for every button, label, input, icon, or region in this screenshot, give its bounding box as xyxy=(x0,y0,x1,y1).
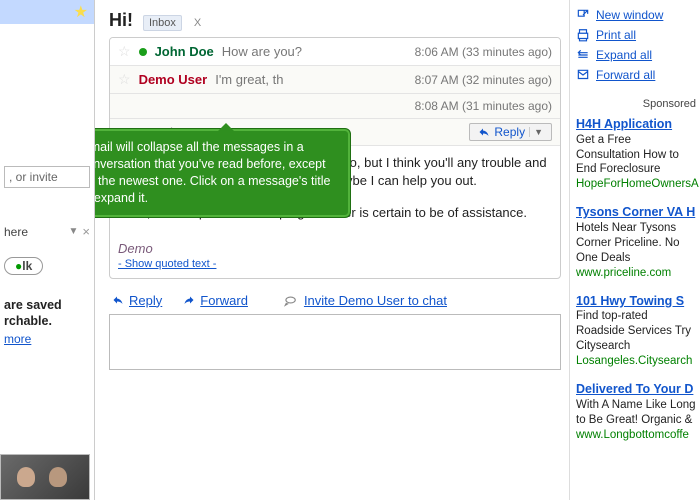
collapsed-message[interactable]: 8:08 AM (31 minutes ago) xyxy=(110,94,560,119)
forward-icon xyxy=(576,68,590,82)
chat-status-row[interactable]: here ▼ × xyxy=(4,224,90,239)
talk-badge[interactable]: ●lk xyxy=(4,257,43,275)
right-sidebar: New window Print all Expand all Forward … xyxy=(570,0,700,500)
chevron-down-icon[interactable]: ▼ xyxy=(529,127,543,137)
presence-dot-icon xyxy=(139,48,147,56)
reply-textarea[interactable] xyxy=(109,314,561,370)
left-sidebar: ★ here ▼ × ●lk are savedrchable. more xyxy=(0,0,95,500)
conversation-panel: Hi! Inbox X ☆ John Doe How are you? 8:06… xyxy=(95,0,570,500)
new-window-link[interactable]: New window xyxy=(596,8,663,22)
conversation-subject: Hi! xyxy=(109,10,133,31)
message-time: 8:07 AM (32 minutes ago) xyxy=(415,73,552,87)
close-icon[interactable]: × xyxy=(82,224,90,239)
message-actions: Reply Forward Invite Demo User to chat xyxy=(111,293,561,308)
new-window-icon xyxy=(576,8,590,22)
forward-all-link[interactable]: Forward all xyxy=(596,68,655,82)
chat-avatar[interactable] xyxy=(0,454,90,500)
invite-to-chat-link[interactable]: Invite Demo User to chat xyxy=(282,293,447,308)
sender-name: John Doe xyxy=(155,44,214,59)
message-snippet: How are you? xyxy=(222,44,407,59)
reply-link[interactable]: Reply xyxy=(111,293,162,308)
label-chip[interactable]: Inbox xyxy=(143,15,182,31)
sponsored-ad[interactable]: H4H ApplicationGet a Free Consultation H… xyxy=(576,116,696,192)
print-all-link[interactable]: Print all xyxy=(596,28,636,42)
sender-name: Demo User xyxy=(139,72,208,87)
star-band: ★ xyxy=(0,0,94,24)
chevron-down-icon: ▼ xyxy=(69,226,79,237)
collapsed-message[interactable]: ☆ John Doe How are you? 8:06 AM (33 minu… xyxy=(110,38,560,66)
star-icon: ★ xyxy=(74,2,88,22)
show-quoted-link[interactable]: - Show quoted text - xyxy=(118,258,216,270)
chat-invite-input[interactable] xyxy=(4,166,90,188)
print-icon xyxy=(576,28,590,42)
label-remove-icon[interactable]: X xyxy=(194,17,201,29)
tutorial-tooltip: Gmail will collapse all the messages in … xyxy=(95,128,351,218)
forward-link[interactable]: Forward xyxy=(182,293,248,308)
message-time: 8:06 AM (33 minutes ago) xyxy=(415,45,552,59)
signature: Demo xyxy=(118,241,552,256)
collapsed-message[interactable]: ☆ Demo User I'm great, th 8:07 AM (32 mi… xyxy=(110,66,560,94)
chat-status-text: here xyxy=(4,225,28,239)
reply-button[interactable]: Reply ▼ xyxy=(469,123,552,141)
message-snippet: I'm great, th xyxy=(215,72,406,87)
sponsored-label: Sponsored xyxy=(576,98,696,110)
sponsored-ad[interactable]: 101 Hwy Towing SFind top-rated Roadside … xyxy=(576,293,696,369)
star-outline-icon[interactable]: ☆ xyxy=(118,43,131,60)
message-time: 8:08 AM (31 minutes ago) xyxy=(415,99,552,113)
sponsored-ad[interactable]: Tysons Corner VA HHotels Near Tysons Cor… xyxy=(576,204,696,280)
expand-all-link[interactable]: Expand all xyxy=(596,48,652,62)
expand-icon xyxy=(576,48,590,62)
sponsored-ad[interactable]: Delivered To Your DWith A Name Like Long… xyxy=(576,381,696,442)
learn-more-link[interactable]: more xyxy=(4,332,31,346)
chats-saved-note: are savedrchable. xyxy=(4,297,90,330)
star-outline-icon[interactable]: ☆ xyxy=(118,71,131,88)
